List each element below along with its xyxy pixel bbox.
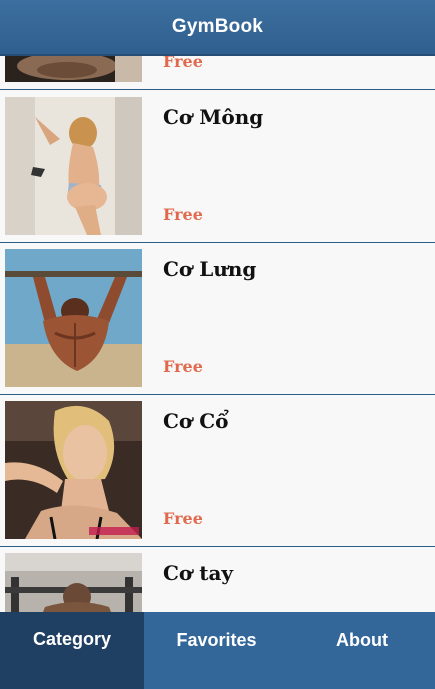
list-item[interactable]: Free [0, 56, 435, 90]
app-header: GymBook [0, 0, 435, 56]
bottom-tab-bar: Category Favorites About [0, 612, 435, 689]
item-title: Cơ Lưng [163, 257, 257, 281]
tab-favorites[interactable]: Favorites [144, 612, 289, 668]
list-item[interactable]: Cơ Lưng Free [0, 243, 435, 395]
back-pullup-photo [5, 249, 142, 387]
app-title: GymBook [171, 16, 264, 37]
arms-photo [5, 553, 142, 612]
tab-category[interactable]: Category [0, 612, 144, 689]
app-screen: GymBook Free Cơ Mông Free Cơ Lưng Free C… [0, 0, 435, 689]
list-item[interactable]: Cơ tay [0, 547, 435, 612]
category-list[interactable]: Free Cơ Mông Free Cơ Lưng Free Cơ Cổ Fre… [0, 56, 435, 612]
list-item[interactable]: Cơ Mông Free [0, 91, 435, 243]
item-title: Cơ Cổ [163, 409, 229, 433]
item-price: Free [163, 205, 203, 224]
item-title: Cơ tay [163, 561, 234, 585]
list-item[interactable]: Cơ Cổ Free [0, 395, 435, 547]
tab-about[interactable]: About [289, 612, 435, 668]
glutes-photo [5, 97, 142, 235]
torso-photo [5, 56, 142, 82]
neck-photo [5, 401, 142, 539]
item-price: Free [163, 56, 203, 71]
item-title: Cơ Mông [163, 105, 264, 129]
item-price: Free [163, 357, 203, 376]
item-price: Free [163, 509, 203, 528]
